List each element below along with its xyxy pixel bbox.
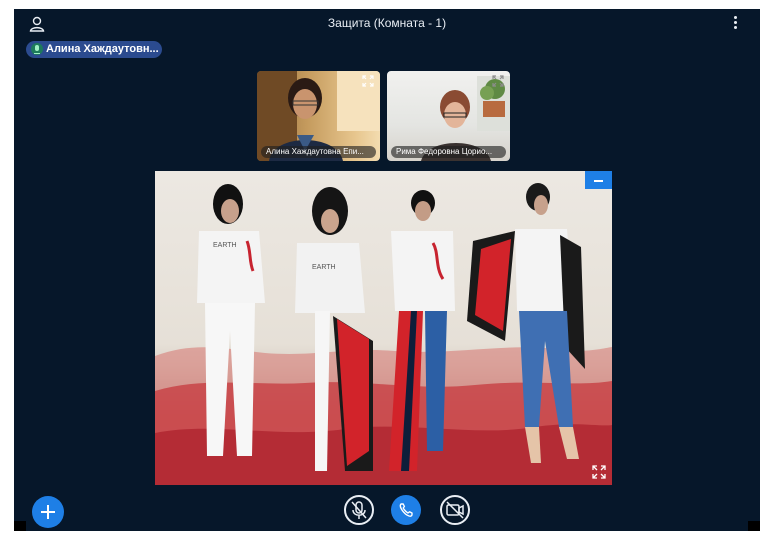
svg-text:EARTH: EARTH — [312, 264, 336, 271]
expand-icon[interactable] — [492, 75, 504, 87]
conference-window: Защита (Комната - 1) Алина Хаждаутовн...… — [14, 9, 760, 531]
active-speaker-badge: Алина Хаждаутовн... — [26, 41, 162, 58]
frame-corner — [748, 521, 760, 531]
microphone-off-icon[interactable] — [344, 495, 374, 525]
minus-icon[interactable] — [585, 171, 612, 189]
participant-tile[interactable]: Алина Хаждаутовна Епи... — [257, 71, 380, 161]
shared-screen[interactable]: EARTH EARTH — [155, 171, 612, 485]
phone-icon[interactable] — [391, 495, 421, 525]
active-speaker-name: Алина Хаждаутовн... — [46, 43, 159, 55]
participant-name: Рима Федоровна Цорио... — [391, 146, 506, 158]
participant-name: Алина Хаждаутовна Епи... — [261, 146, 376, 158]
shared-screen-image: EARTH EARTH — [155, 183, 612, 485]
video-off-icon[interactable] — [440, 495, 470, 525]
expand-icon[interactable] — [362, 75, 374, 87]
svg-text:EARTH: EARTH — [213, 242, 237, 249]
microphone-icon — [31, 43, 43, 55]
expand-icon[interactable] — [592, 465, 606, 479]
top-bar: Защита (Комната - 1) — [14, 9, 760, 39]
room-title: Защита (Комната - 1) — [327, 16, 447, 30]
more-vertical-icon[interactable] — [732, 15, 738, 31]
frame-corner — [14, 521, 26, 531]
participant-tile[interactable]: Рима Федоровна Цорио... — [387, 71, 510, 161]
plus-icon[interactable] — [32, 496, 64, 528]
